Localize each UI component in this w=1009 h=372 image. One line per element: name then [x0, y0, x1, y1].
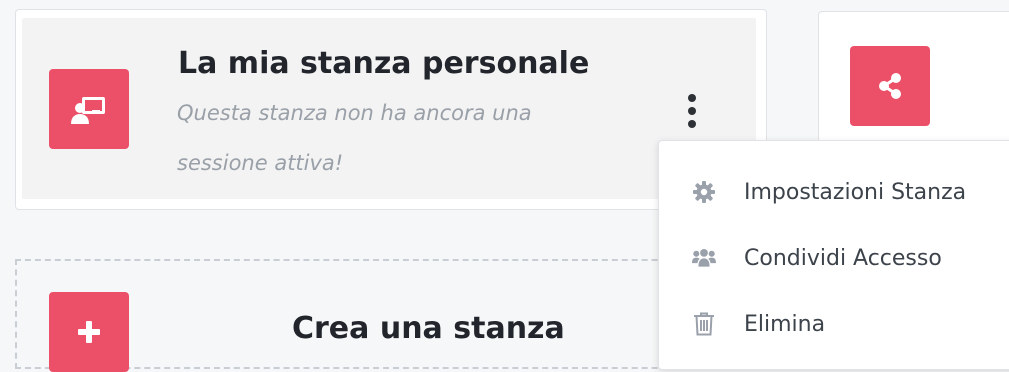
- trash-icon: [692, 312, 716, 336]
- kebab-menu-icon[interactable]: [683, 94, 701, 130]
- menu-item-label: Condividi Accesso: [744, 245, 942, 271]
- room-title: La mia stanza personale: [178, 46, 590, 81]
- room-status-text: Questa stanza non ha ancora una sessione…: [177, 101, 532, 175]
- menu-item-label: Elimina: [744, 311, 826, 337]
- create-room-title: Crea una stanza: [292, 311, 565, 346]
- share-icon[interactable]: [850, 46, 930, 126]
- room-options-menu: Impostazioni Stanza Condividi Accesso El…: [658, 140, 1009, 370]
- plus-icon: [49, 292, 129, 372]
- menu-item-room-settings[interactable]: Impostazioni Stanza: [659, 167, 1009, 217]
- menu-item-share-access[interactable]: Condividi Accesso: [659, 233, 1009, 283]
- menu-item-delete[interactable]: Elimina: [659, 299, 1009, 349]
- gear-icon: [692, 180, 716, 204]
- users-icon: [692, 246, 716, 270]
- presentation-user-icon: [49, 69, 129, 149]
- menu-item-label: Impostazioni Stanza: [744, 179, 967, 205]
